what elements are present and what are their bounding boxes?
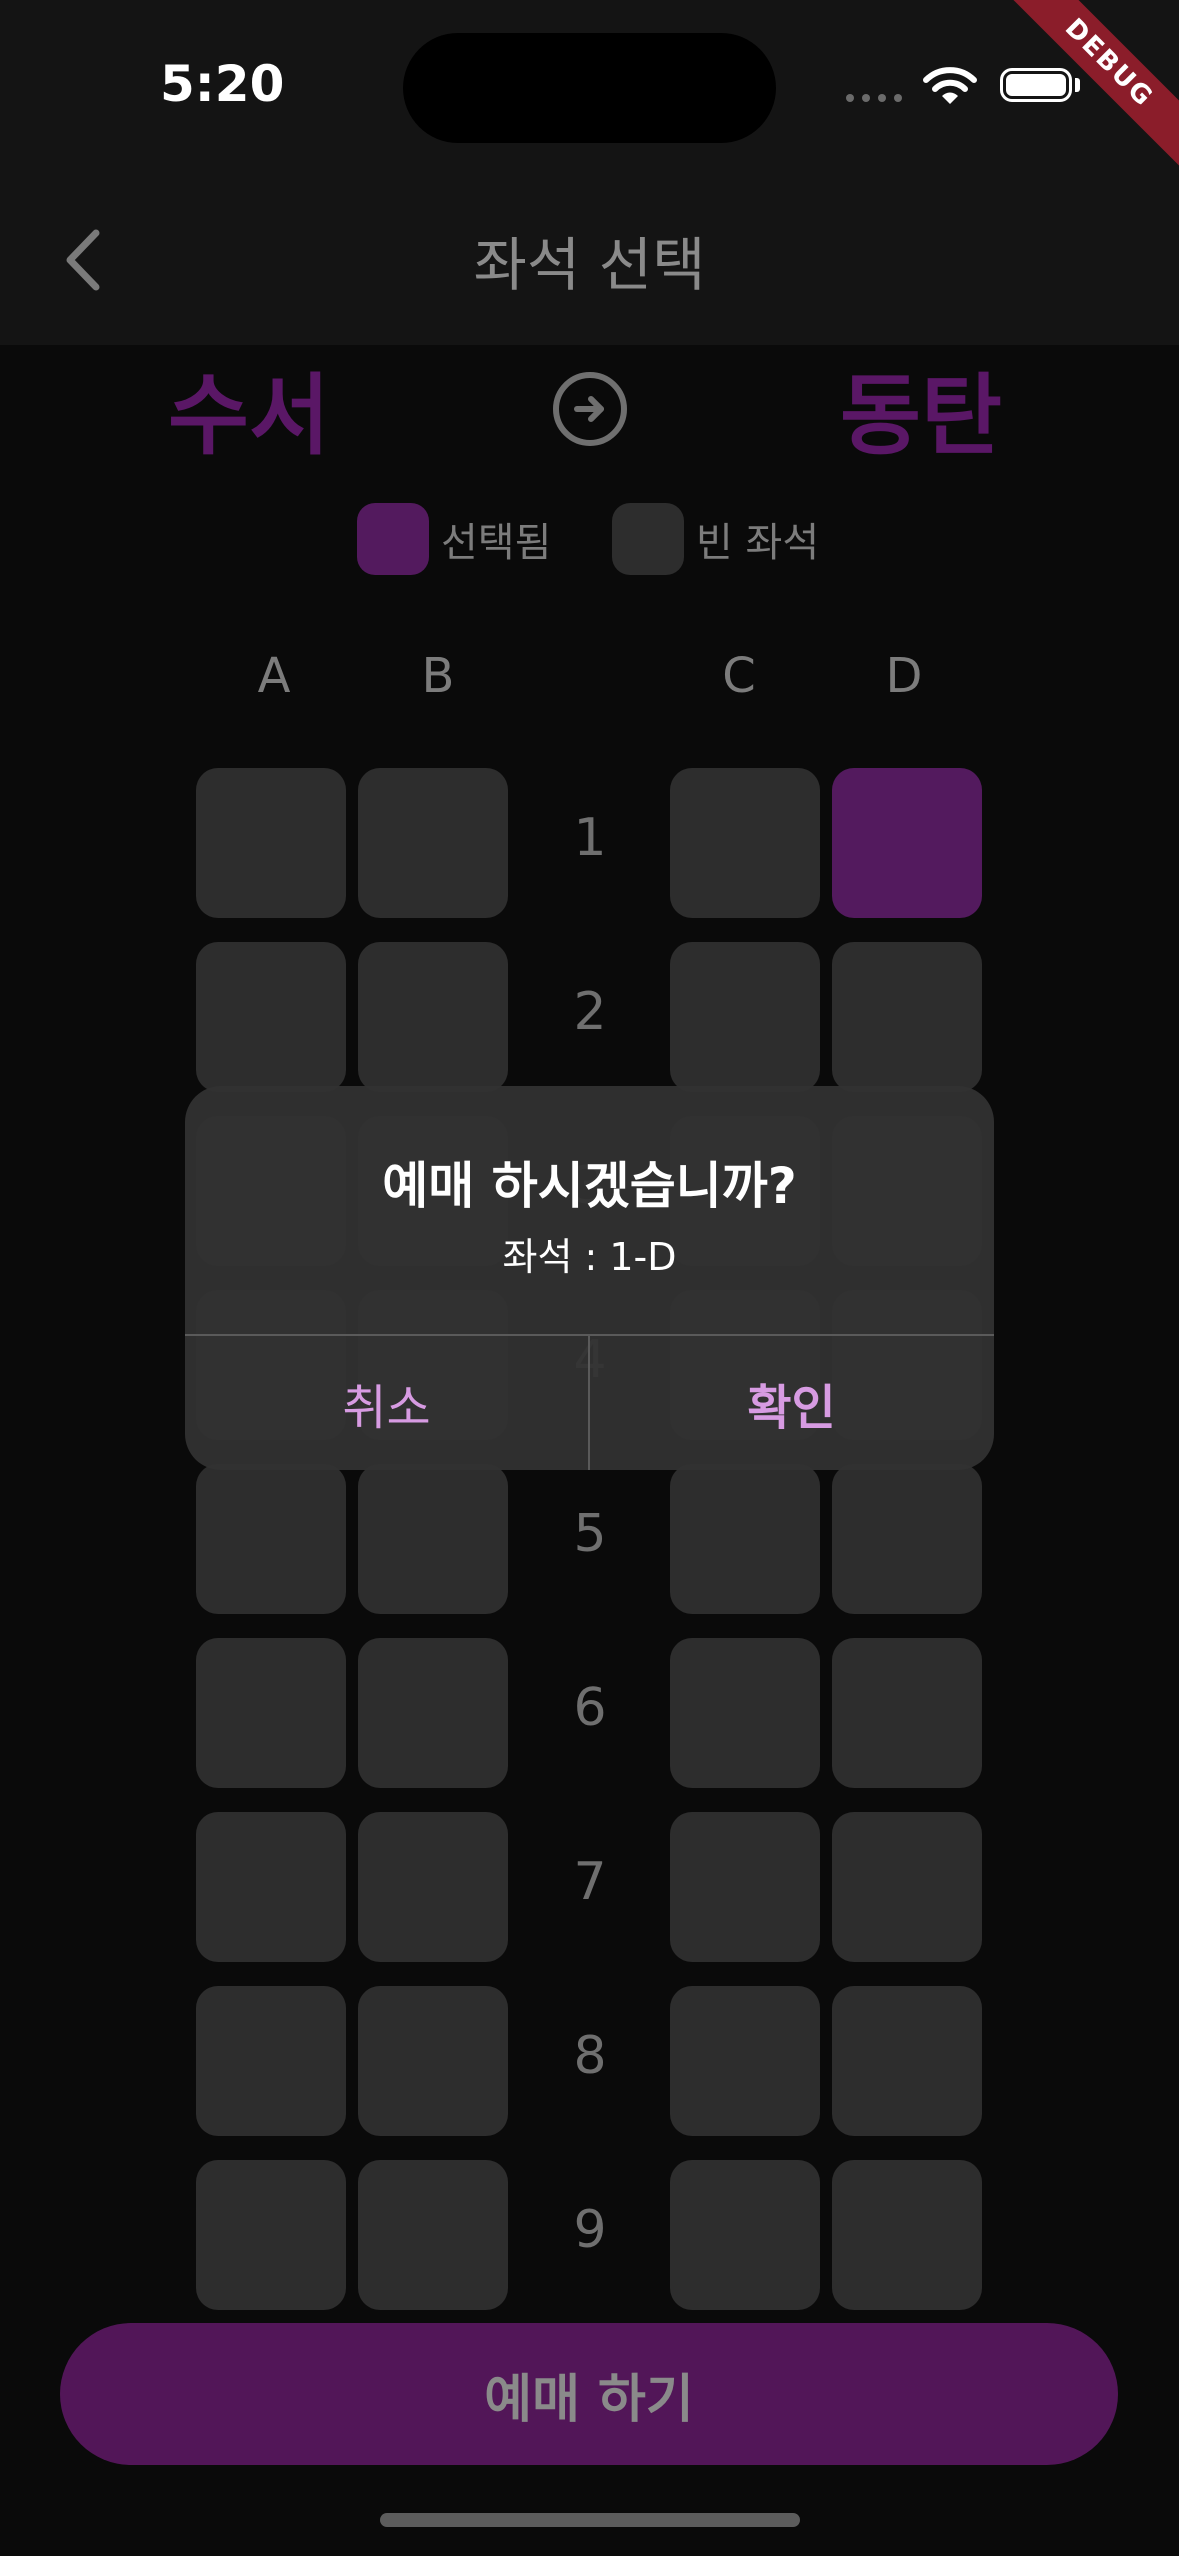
column-header-d: D	[885, 648, 923, 704]
seat-1c[interactable]	[670, 768, 820, 918]
column-header-c: C	[722, 648, 756, 704]
legend-selected-label: 선택됨	[441, 520, 552, 566]
seat-5c[interactable]	[670, 1464, 820, 1614]
seat-6b[interactable]	[358, 1638, 508, 1788]
row-number: 6	[573, 1678, 607, 1738]
battery-icon	[1000, 68, 1072, 102]
seat-6d[interactable]	[832, 1638, 982, 1788]
row-number: 2	[573, 982, 607, 1042]
seat-8b[interactable]	[358, 1986, 508, 2136]
seat-7a[interactable]	[196, 1812, 346, 1962]
row-number: 9	[573, 2200, 607, 2260]
seat-8c[interactable]	[670, 1986, 820, 2136]
cancel-button[interactable]: 취소	[185, 1336, 588, 1470]
seat-1a[interactable]	[196, 768, 346, 918]
seat-2d[interactable]	[832, 942, 982, 1092]
seat-9a[interactable]	[196, 2160, 346, 2310]
arrow-right-circle-icon	[553, 372, 627, 446]
seat-8d[interactable]	[832, 1986, 982, 2136]
legend-selected: 선택됨	[357, 503, 551, 575]
seat-6c[interactable]	[670, 1638, 820, 1788]
dialog-message: 좌석 : 1-D	[502, 1235, 677, 1279]
seat-7d[interactable]	[832, 1812, 982, 1962]
departure-station: 수서	[168, 364, 330, 467]
cellular-signal-icon	[846, 94, 902, 102]
dialog-title: 예매 하시겠습니까?	[382, 1157, 797, 1215]
legend-empty-label: 빈 좌석	[696, 520, 820, 566]
book-button[interactable]: 예매 하기	[60, 2323, 1118, 2465]
wifi-icon	[923, 67, 977, 104]
seat-8a[interactable]	[196, 1986, 346, 2136]
seat-2a[interactable]	[196, 942, 346, 1092]
seat-2b[interactable]	[358, 942, 508, 1092]
arrival-station: 동탄	[840, 364, 1002, 467]
confirm-dialog: 예매 하시겠습니까? 좌석 : 1-D 취소 확인	[185, 1086, 994, 1470]
page-title: 좌석 선택	[473, 231, 706, 299]
seat-1b[interactable]	[358, 768, 508, 918]
dynamic-island	[403, 33, 776, 143]
seat-7c[interactable]	[670, 1812, 820, 1962]
seat-5d[interactable]	[832, 1464, 982, 1614]
row-number: 7	[573, 1852, 607, 1912]
home-indicator	[380, 2513, 800, 2527]
row-number: 8	[573, 2026, 607, 2086]
legend-selected-swatch	[357, 503, 429, 575]
seat-1d[interactable]	[832, 768, 982, 918]
seat-6a[interactable]	[196, 1638, 346, 1788]
seat-9d[interactable]	[832, 2160, 982, 2310]
seat-9b[interactable]	[358, 2160, 508, 2310]
seat-7b[interactable]	[358, 1812, 508, 1962]
seat-5a[interactable]	[196, 1464, 346, 1614]
row-number: 1	[573, 808, 607, 868]
confirm-button[interactable]: 확인	[590, 1336, 993, 1470]
battery-tip	[1075, 78, 1080, 92]
seat-5b[interactable]	[358, 1464, 508, 1614]
status-time: 5:20	[160, 55, 285, 113]
seat-2c[interactable]	[670, 942, 820, 1092]
row-number: 5	[573, 1504, 607, 1564]
seat-9c[interactable]	[670, 2160, 820, 2310]
column-header-b: B	[421, 648, 455, 704]
legend-empty: 빈 좌석	[612, 503, 819, 575]
column-header-a: A	[257, 648, 291, 704]
legend-empty-swatch	[612, 503, 684, 575]
